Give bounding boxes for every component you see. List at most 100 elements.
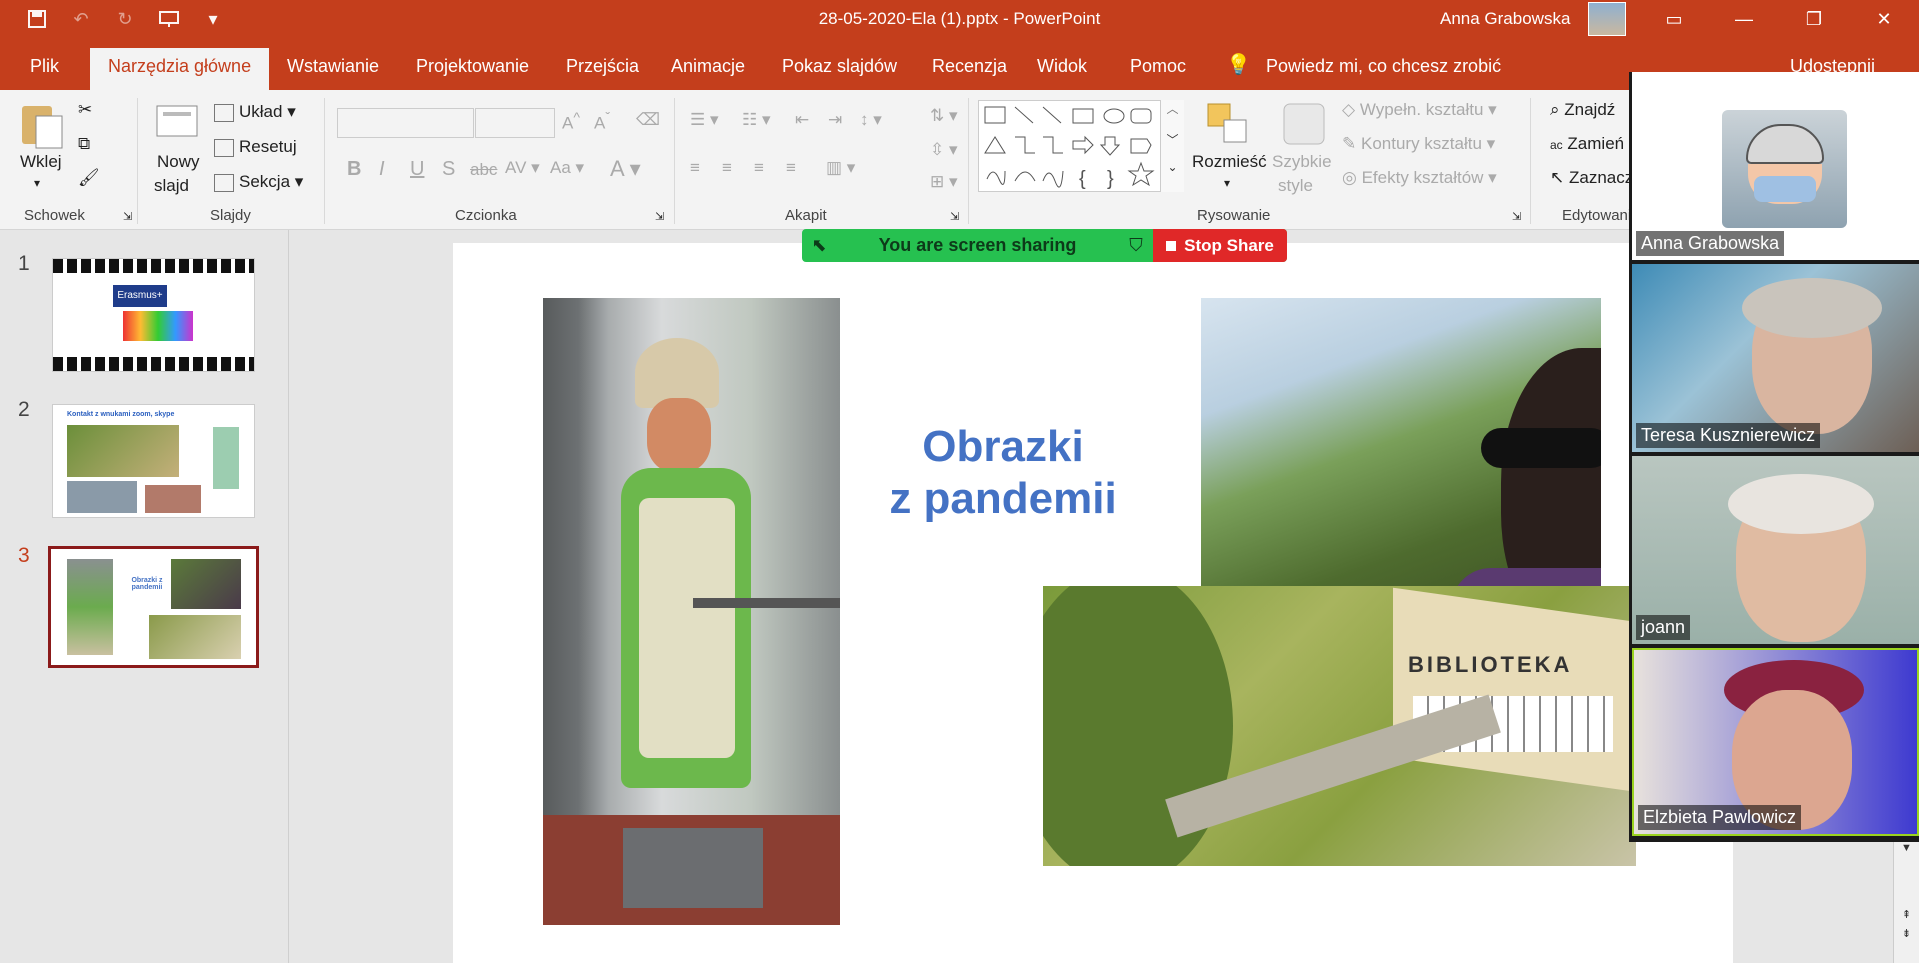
bold-icon[interactable]: B [347, 158, 361, 181]
italic-icon[interactable]: I [379, 158, 385, 181]
minimize-icon[interactable]: — [1709, 0, 1779, 38]
scroll-down-icon[interactable]: ▼ [1894, 842, 1919, 868]
cut-icon[interactable]: ✂ [78, 100, 92, 120]
slide-thumbnail-3[interactable]: Obrazki z pandemii [48, 546, 259, 668]
reset-button[interactable]: Resetuj [214, 137, 297, 157]
format-painter-icon[interactable]: 🖌 [78, 168, 100, 188]
shapes-icon[interactable]: { } [979, 101, 1185, 193]
more-icon[interactable]: ⌄ [1161, 160, 1184, 174]
shape-effects-button[interactable]: ◎ Efekty kształtów ▾ [1342, 168, 1497, 188]
video-tile[interactable]: Anna Grabowska [1632, 72, 1919, 260]
quick-styles-label[interactable]: style [1278, 176, 1313, 196]
copy-icon[interactable]: ⧉ [78, 134, 90, 154]
new-slide-button[interactable]: Nowy [157, 152, 200, 172]
user-name[interactable]: Anna Grabowska [1440, 9, 1570, 29]
shape-outline-button[interactable]: ✎ Kontury kształtu ▾ [1342, 134, 1495, 154]
justify-icon[interactable]: ≡ [786, 158, 796, 178]
strikethrough-icon[interactable]: abc [470, 160, 497, 180]
change-case-icon[interactable]: Aa ▾ [550, 158, 584, 178]
tab-home[interactable]: Narzędzia główne [90, 48, 270, 90]
shapes-gallery[interactable]: { } [978, 100, 1184, 192]
restore-icon[interactable]: ❐ [1779, 0, 1849, 38]
ribbon-display-options-icon[interactable]: ▭ [1639, 0, 1709, 38]
align-text-icon[interactable]: ⇳ ▾ [930, 140, 958, 160]
align-left-icon[interactable]: ≡ [690, 158, 700, 178]
increase-indent-icon[interactable]: ⇥ [828, 110, 842, 130]
line-spacing-icon[interactable]: ↕ ▾ [860, 110, 882, 130]
tell-me-box[interactable]: Powiedz mi, co chcesz zrobić [1266, 56, 1501, 77]
character-spacing-icon[interactable]: AV ▾ [505, 158, 540, 178]
text-direction-icon[interactable]: ⇅ ▾ [930, 106, 958, 126]
shapes-scroll[interactable]: ︿ ﹀ ⌄ [1160, 100, 1184, 192]
columns-icon[interactable]: ▥ ▾ [826, 158, 855, 178]
paste-button[interactable]: Wklej [20, 152, 62, 172]
increase-font-icon[interactable]: A^ [562, 110, 580, 134]
tab-review[interactable]: Recenzja [932, 56, 1007, 77]
previous-slide-icon[interactable]: ⇞ [1894, 908, 1919, 921]
arrange-button[interactable]: Rozmieść [1192, 152, 1267, 172]
font-color-icon[interactable]: A ▾ [610, 156, 641, 182]
stop-share-button[interactable]: Stop Share [1153, 229, 1287, 262]
clipboard-launcher-icon[interactable]: ⇲ [123, 210, 132, 223]
divider [1530, 98, 1531, 224]
quick-styles-icon[interactable] [1282, 102, 1326, 146]
paste-dropdown-icon[interactable]: ▾ [34, 176, 40, 190]
slide-thumbnail-1[interactable]: Erasmus+ [52, 258, 255, 372]
tab-insert[interactable]: Wstawianie [287, 56, 379, 77]
section-button[interactable]: Sekcja ▾ [214, 172, 303, 192]
slide-thumbnail-2[interactable]: Kontakt z wnukami zoom, skype [52, 404, 255, 518]
quick-styles-button[interactable]: Szybkie [1272, 152, 1332, 172]
align-center-icon[interactable]: ≡ [722, 158, 732, 178]
find-button[interactable]: ⌕ Znajdź [1550, 100, 1615, 120]
tab-help[interactable]: Pomoc [1130, 56, 1186, 77]
decrease-font-icon[interactable]: Aˇ [594, 110, 610, 134]
decrease-indent-icon[interactable]: ⇤ [795, 110, 809, 130]
paragraph-launcher-icon[interactable]: ⇲ [950, 210, 959, 223]
layout-button[interactable]: Układ ▾ [214, 102, 296, 122]
chevron-down-icon[interactable]: ﹀ [1161, 131, 1184, 148]
clear-formatting-icon[interactable]: ⌫ [636, 110, 660, 130]
replace-button[interactable]: ac Zamień [1550, 134, 1624, 154]
tab-slide-show[interactable]: Pokaz slajdów [782, 56, 897, 77]
video-tile[interactable]: Teresa Kusznierewicz [1632, 264, 1919, 452]
avatar[interactable] [1588, 2, 1626, 36]
arrange-icon[interactable] [1206, 102, 1250, 146]
shadow-icon[interactable]: S [442, 158, 455, 181]
bullets-icon[interactable]: ☰ ▾ [690, 110, 719, 130]
numbering-icon[interactable]: ☷ ▾ [742, 110, 771, 130]
close-icon[interactable]: ✕ [1849, 0, 1919, 38]
font-size-box[interactable] [475, 108, 555, 138]
hands-image [123, 311, 193, 341]
next-slide-icon[interactable]: ⇟ [1894, 927, 1919, 940]
new-slide-icon[interactable] [155, 100, 201, 140]
new-slide-label[interactable]: slajd [154, 176, 189, 196]
tab-file[interactable]: Plik [30, 56, 59, 77]
slide-title[interactable]: Obrazki z pandemii [883, 421, 1123, 525]
section-label: Sekcja [239, 172, 291, 191]
tab-transitions[interactable]: Przejścia [566, 56, 639, 77]
align-right-icon[interactable]: ≡ [754, 158, 764, 178]
slide-canvas[interactable]: Obrazki z pandemii BIBLIOTEKA [453, 243, 1733, 963]
photo-statue[interactable] [543, 298, 840, 925]
photo-selfie[interactable] [1201, 298, 1601, 624]
vertical-scrollbar[interactable]: ▼ ⇞ ⇟ [1893, 842, 1919, 963]
tab-view[interactable]: Widok [1037, 56, 1087, 77]
screen-share-bar: ⬉ You are screen sharing ⛉ Stop Share [802, 229, 1287, 262]
tab-animations[interactable]: Animacje [671, 56, 745, 77]
drawing-launcher-icon[interactable]: ⇲ [1512, 210, 1521, 223]
underline-icon[interactable]: U [410, 158, 424, 181]
video-tile[interactable]: Elzbieta Pawlowicz [1632, 648, 1919, 836]
tab-design[interactable]: Projektowanie [416, 56, 529, 77]
font-name-box[interactable] [337, 108, 474, 138]
video-tile[interactable]: joann [1632, 456, 1919, 644]
select-button[interactable]: ↖ Zaznacz [1550, 168, 1633, 188]
paste-icon[interactable] [18, 100, 66, 150]
smartart-icon[interactable]: ⊞ ▾ [930, 172, 958, 192]
shape-fill-button[interactable]: ◇ Wypełn. kształtu ▾ [1342, 100, 1497, 120]
font-launcher-icon[interactable]: ⇲ [655, 210, 664, 223]
share-arrow-icon[interactable]: ⬉ [802, 235, 836, 256]
photo-library[interactable]: BIBLIOTEKA [1043, 586, 1636, 866]
magnifier-icon: ⌕ [1550, 100, 1560, 119]
arrange-dropdown-icon[interactable]: ▾ [1224, 176, 1230, 190]
chevron-up-icon[interactable]: ︿ [1161, 100, 1184, 117]
